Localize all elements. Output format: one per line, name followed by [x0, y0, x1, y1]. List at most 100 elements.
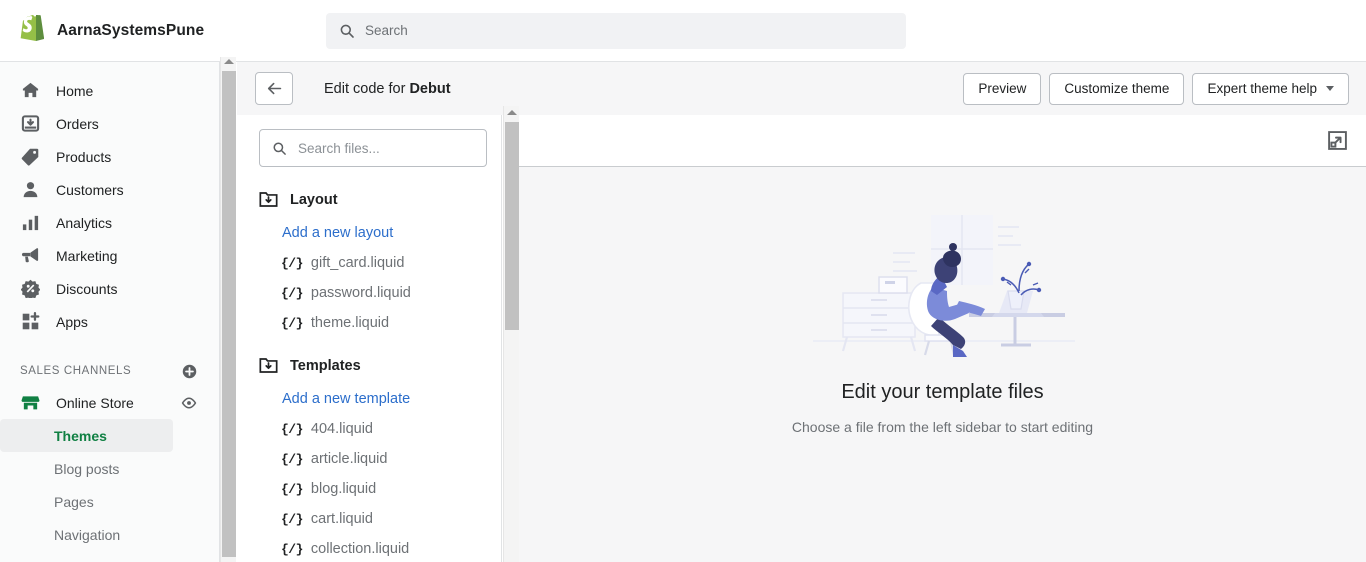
- file-item[interactable]: {/} gift_card.liquid: [237, 248, 501, 278]
- liquid-file-icon: {/}: [281, 421, 303, 437]
- scrollbar-thumb[interactable]: [505, 122, 519, 330]
- shopify-bag-icon: [20, 14, 44, 41]
- arrow-left-icon: [267, 82, 281, 95]
- expert-theme-help-button-label: Expert theme help: [1207, 81, 1317, 96]
- sidebar-item-orders[interactable]: Orders: [0, 107, 219, 140]
- file-item[interactable]: {/} blog.liquid: [237, 474, 501, 504]
- liquid-file-icon: {/}: [281, 285, 303, 301]
- eye-icon[interactable]: [181, 395, 197, 411]
- sidebar-item-analytics[interactable]: Analytics: [0, 206, 219, 239]
- sidebar-scrollbar[interactable]: [220, 57, 236, 562]
- expand-fullscreen-icon[interactable]: [1326, 130, 1348, 152]
- circle-plus-icon[interactable]: [182, 364, 197, 379]
- file-tree-panel: Search files... Layout Add a new layout …: [237, 115, 502, 562]
- store-name: AarnaSystemsPune: [57, 21, 205, 39]
- main-navigation-sidebar: Home Orders Products Customers Analytics…: [0, 62, 220, 562]
- preview-button[interactable]: Preview: [963, 72, 1042, 105]
- liquid-file-icon: {/}: [281, 511, 303, 527]
- sidebar-item-blog-posts[interactable]: Blog posts: [0, 452, 173, 485]
- file-item[interactable]: {/} collection.liquid: [237, 534, 501, 562]
- file-item[interactable]: {/} 404.liquid: [237, 414, 501, 444]
- code-editor-pane: Edit your template files Choose a file f…: [519, 115, 1366, 562]
- sidebar-item-themes[interactable]: Themes: [0, 419, 173, 452]
- page-title-prefix: Edit code for: [324, 80, 410, 97]
- editor-empty-state: Edit your template files Choose a file f…: [519, 167, 1366, 562]
- file-panel-scrollbar[interactable]: [503, 106, 519, 562]
- file-name: theme.liquid: [310, 315, 390, 331]
- shopify-admin-window: AarnaSystemsPune Search Home Orders Prod…: [0, 0, 1366, 562]
- folder-download-icon: [259, 190, 278, 209]
- scroll-up-arrow-icon[interactable]: [224, 59, 234, 64]
- file-name: gift_card.liquid: [310, 255, 405, 271]
- top-bar: AarnaSystemsPune Search: [0, 0, 1366, 62]
- page-header-actions: Preview Customize theme Expert theme hel…: [963, 72, 1349, 105]
- person-at-desk-with-laptop-illustration: [812, 215, 1075, 357]
- sidebar-item-pages[interactable]: Pages: [0, 485, 173, 518]
- file-item[interactable]: {/} theme.liquid: [237, 308, 501, 338]
- file-name: cart.liquid: [310, 511, 373, 527]
- scrollbar-thumb[interactable]: [222, 71, 236, 557]
- folder-templates[interactable]: Templates: [237, 347, 501, 384]
- liquid-file-icon: {/}: [281, 451, 303, 467]
- folder-layout[interactable]: Layout: [237, 181, 501, 218]
- file-name: collection.liquid: [310, 541, 410, 557]
- sidebar-subitem-label: Pages: [54, 493, 94, 510]
- folder-name: Layout: [290, 191, 338, 208]
- sidebar-item-online-store[interactable]: Online Store: [0, 386, 219, 419]
- home-icon: [20, 81, 40, 101]
- sidebar-subitem-label: Blog posts: [54, 460, 120, 477]
- file-search-input[interactable]: Search files...: [259, 129, 487, 167]
- sidebar-item-apps[interactable]: Apps: [0, 305, 219, 338]
- page-title-theme-name: Debut: [409, 80, 451, 97]
- online-store-icon: [20, 393, 40, 413]
- analytics-bars-icon: [20, 213, 40, 233]
- global-search-input[interactable]: Search: [326, 12, 906, 49]
- sidebar-item-label: Online Store: [56, 394, 134, 411]
- search-icon: [340, 24, 354, 38]
- liquid-file-icon: {/}: [281, 255, 303, 271]
- page-title: Edit code for Debut: [324, 81, 451, 97]
- customize-theme-button[interactable]: Customize theme: [1049, 72, 1185, 105]
- sidebar-item-label: Marketing: [56, 247, 118, 264]
- main-content: Edit code for Debut Preview Customize th…: [237, 62, 1366, 562]
- file-name: article.liquid: [310, 451, 388, 467]
- sidebar-item-label: Orders: [56, 115, 99, 132]
- liquid-file-icon: {/}: [281, 541, 303, 557]
- sidebar-item-marketing[interactable]: Marketing: [0, 239, 219, 272]
- expert-theme-help-button[interactable]: Expert theme help: [1192, 72, 1349, 105]
- file-name: blog.liquid: [310, 481, 377, 497]
- sidebar-item-label: Products: [56, 148, 112, 165]
- customize-theme-button-label: Customize theme: [1064, 81, 1170, 96]
- page-header: Edit code for Debut Preview Customize th…: [237, 62, 1366, 115]
- sidebar-item-label: Home: [56, 82, 94, 99]
- folder-name: Templates: [290, 357, 361, 374]
- file-item[interactable]: {/} password.liquid: [237, 278, 501, 308]
- orders-inbox-icon: [20, 114, 40, 134]
- sidebar-item-label: Customers: [56, 181, 124, 198]
- sidebar-item-navigation[interactable]: Navigation: [0, 518, 173, 551]
- empty-state-subtitle: Choose a file from the left sidebar to s…: [791, 419, 1094, 435]
- file-tree: Layout Add a new layout {/} gift_card.li…: [237, 167, 501, 562]
- sidebar-item-discounts[interactable]: Discounts: [0, 272, 219, 305]
- scroll-up-arrow-icon[interactable]: [507, 110, 517, 115]
- sidebar-item-label: Apps: [56, 313, 88, 330]
- file-item[interactable]: {/} article.liquid: [237, 444, 501, 474]
- add-new-layout-link[interactable]: Add a new layout: [237, 218, 501, 248]
- add-new-template-link[interactable]: Add a new template: [237, 384, 501, 414]
- file-search-placeholder: Search files...: [298, 140, 380, 156]
- brand-area[interactable]: AarnaSystemsPune: [0, 14, 326, 47]
- file-name: 404.liquid: [310, 421, 373, 437]
- back-button[interactable]: [255, 72, 293, 105]
- discount-badge-icon: [20, 279, 40, 299]
- sales-channels-header: SALES CHANNELS: [0, 356, 219, 386]
- search-icon: [273, 142, 286, 155]
- file-item[interactable]: {/} cart.liquid: [237, 504, 501, 534]
- chevron-down-icon: [1326, 86, 1334, 91]
- sidebar-item-label: Analytics: [56, 214, 113, 231]
- sidebar-item-products[interactable]: Products: [0, 140, 219, 173]
- liquid-file-icon: {/}: [281, 315, 303, 331]
- sidebar-item-customers[interactable]: Customers: [0, 173, 219, 206]
- empty-state-title: Edit your template files: [841, 381, 1044, 403]
- sidebar-item-home[interactable]: Home: [0, 74, 219, 107]
